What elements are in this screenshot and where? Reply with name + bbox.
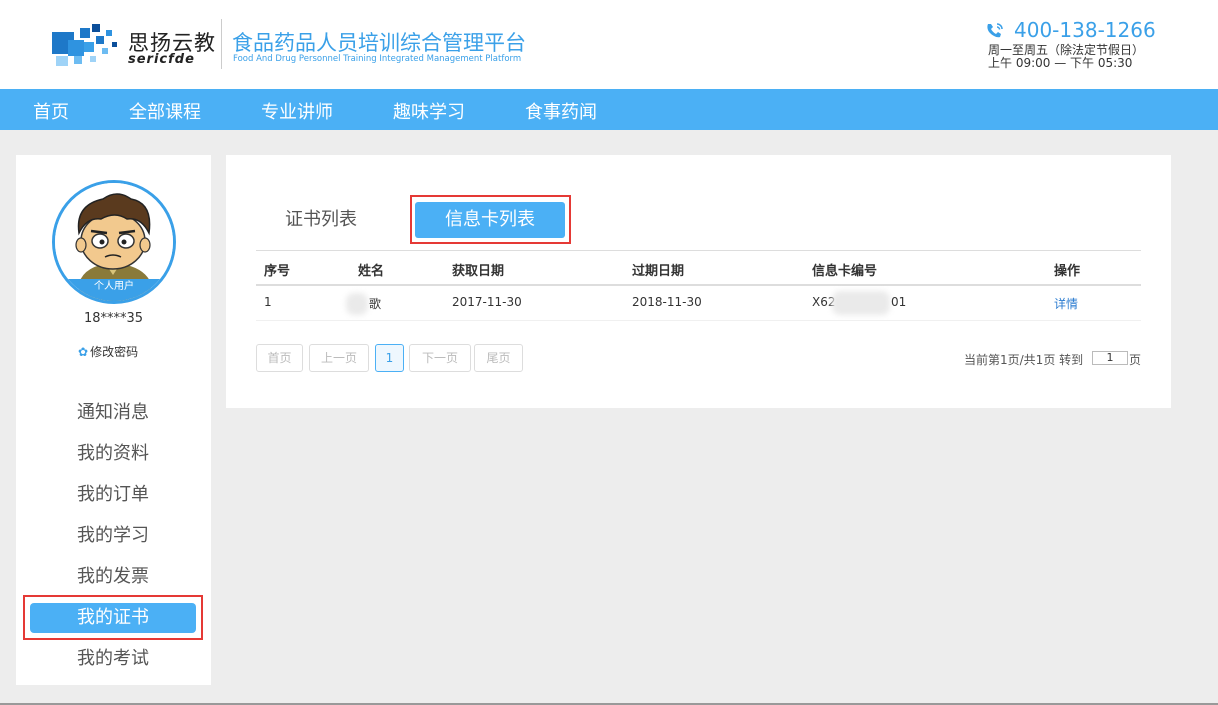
- logo-english-text: sericfde: [128, 52, 195, 67]
- redaction-blur: [346, 293, 368, 315]
- pager-goto-input[interactable]: 1: [1092, 351, 1128, 365]
- site-header: 思扬云教 sericfde 食品药品人员培训综合管理平台 Food And Dr…: [0, 0, 1218, 89]
- cell-obtained-date: 2017-11-30: [452, 295, 522, 309]
- table-top-border: [256, 250, 1141, 251]
- platform-subtitle: Food And Drug Personnel Training Integra…: [233, 54, 522, 64]
- pager-first-button[interactable]: 首页: [256, 344, 303, 372]
- change-password-link[interactable]: ✿ 修改密码: [78, 343, 138, 360]
- pager-info: 当前第1页/共1页 转到: [964, 353, 1084, 367]
- gear-icon: ✿: [78, 345, 89, 359]
- sidebar-item-notifications[interactable]: 通知消息: [30, 398, 196, 428]
- platform-title: 食品药品人员培训综合管理平台: [232, 31, 526, 55]
- table-header-border: [256, 284, 1141, 286]
- nav-item-lecturers[interactable]: 专业讲师: [261, 98, 333, 124]
- cell-expiry-date: 2018-11-30: [632, 295, 702, 309]
- highlight-outline: [410, 195, 571, 244]
- sidebar-item-exams[interactable]: 我的考试: [30, 644, 196, 674]
- cell-index: 1: [264, 295, 272, 309]
- pager-page-1[interactable]: 1: [375, 344, 404, 372]
- details-link[interactable]: 详情: [1054, 295, 1078, 312]
- phone-icon: [987, 23, 1003, 38]
- logo[interactable]: 思扬云教 sericfde: [50, 20, 215, 70]
- pager-next-button[interactable]: 下一页: [409, 344, 471, 372]
- pager-last-button[interactable]: 尾页: [474, 344, 523, 372]
- pager-page-unit: 页: [1129, 353, 1142, 367]
- nav-item-home[interactable]: 首页: [33, 98, 69, 124]
- column-header-obtained-date: 获取日期: [452, 264, 505, 279]
- avatar-badge: 个人用户: [55, 279, 173, 301]
- sidebar-item-orders[interactable]: 我的订单: [30, 480, 196, 510]
- column-header-name: 姓名: [358, 264, 385, 279]
- sidebar-item-profile[interactable]: 我的资料: [30, 439, 196, 469]
- row-divider: [256, 320, 1141, 321]
- column-header-expiry-date: 过期日期: [632, 264, 685, 279]
- sidebar-item-learning[interactable]: 我的学习: [30, 521, 196, 551]
- nav-item-all-courses[interactable]: 全部课程: [129, 98, 201, 124]
- column-header-index: 序号: [264, 264, 291, 279]
- user-sidebar: 个人用户 18****35 ✿ 修改密码 通知消息 我的资料 我的订单 我的学习 …: [16, 155, 211, 685]
- service-hours-time: 上午 09:00 — 下午 05:30: [988, 56, 1133, 70]
- main-nav: 首页 全部课程 专业讲师 趣味学习 食事药闻: [0, 89, 1218, 130]
- sidebar-item-invoices[interactable]: 我的发票: [30, 562, 196, 592]
- pager-prev-button[interactable]: 上一页: [309, 344, 369, 372]
- logo-mark-icon: [52, 24, 117, 66]
- nav-item-fun-learning[interactable]: 趣味学习: [393, 98, 465, 124]
- cell-name: 歌: [369, 297, 382, 311]
- column-header-card-number: 信息卡编号: [812, 264, 878, 279]
- header-divider: [221, 19, 222, 69]
- change-password-label: 修改密码: [90, 345, 139, 359]
- cell-card-number-suffix: 01: [891, 295, 907, 309]
- hotline-number: 400-138-1266: [1014, 18, 1156, 42]
- nav-item-news[interactable]: 食事药闻: [525, 98, 597, 124]
- highlight-outline: [23, 595, 203, 640]
- tab-certificate-list[interactable]: 证书列表: [268, 202, 374, 238]
- main-content: 证书列表 信息卡列表 序号 姓名 获取日期 过期日期 信息卡编号 操作 1 歌 …: [226, 155, 1171, 408]
- username: 18****35: [83, 311, 144, 326]
- redaction-blur: [832, 291, 890, 315]
- avatar[interactable]: 个人用户: [52, 180, 176, 304]
- column-header-action: 操作: [1054, 264, 1081, 279]
